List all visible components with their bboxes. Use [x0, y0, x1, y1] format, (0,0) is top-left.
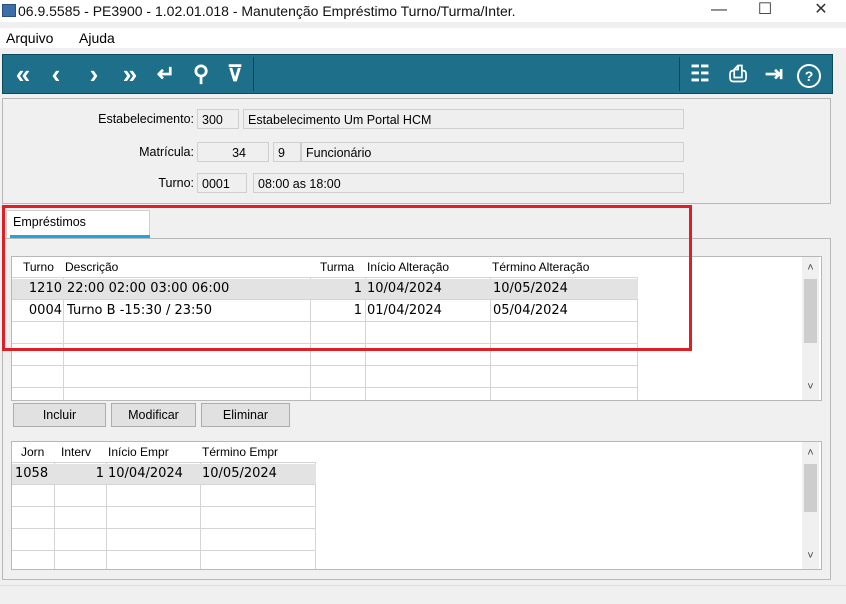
matricula-digit-field: 9	[273, 142, 301, 162]
turno-code-field[interactable]: 0001	[197, 173, 247, 193]
menu-ajuda[interactable]: Ajuda	[79, 30, 115, 46]
table-row[interactable]	[12, 530, 316, 551]
matricula-name-field: Funcionário	[301, 142, 684, 162]
tree-icon[interactable]: ☷	[685, 58, 715, 90]
status-bar	[0, 585, 846, 604]
emprestimo-detail-grid: Jorn Interv Início Empr Término Empr 105…	[11, 441, 822, 570]
menu-arquivo[interactable]: Arquivo	[6, 30, 53, 46]
minimize-button[interactable]: —	[696, 0, 742, 22]
matricula-number-field[interactable]: 34	[197, 142, 269, 162]
print-icon[interactable]: ⎙	[723, 58, 753, 90]
toolbar: « ‹ › » ↵ ⚲ ⊽ ☷ ⎙ ⇥ ?	[2, 54, 833, 94]
toolbar-separator	[253, 57, 254, 91]
column-header-termino-empr[interactable]: Término Empr	[202, 442, 278, 462]
previous-record-icon[interactable]: ‹	[43, 58, 69, 90]
modificar-button[interactable]: Modificar	[111, 403, 196, 427]
scroll-down-icon[interactable]: ˅	[802, 548, 819, 564]
column-header-inicio-empr[interactable]: Início Empr	[108, 442, 169, 462]
cell-termino-empr: 10/05/2024	[202, 466, 277, 481]
help-glyph: ?	[797, 64, 821, 88]
scroll-up-icon[interactable]: ˄	[802, 260, 819, 276]
title-bar: 06.9.5585 - PE3900 - 1.02.01.018 - Manut…	[0, 0, 846, 22]
column-header-jorn[interactable]: Jorn	[21, 442, 44, 462]
eliminar-button[interactable]: Eliminar	[201, 403, 290, 427]
exit-icon[interactable]: ⇥	[759, 58, 789, 90]
table-row[interactable]	[12, 486, 316, 507]
close-button[interactable]: ✕	[798, 0, 844, 22]
incluir-button[interactable]: Incluir	[13, 403, 106, 427]
matricula-label: Matrícula:	[139, 145, 194, 159]
goto-icon[interactable]: ↵	[151, 58, 181, 90]
turno-description-field: 08:00 as 18:00	[253, 173, 684, 193]
table-row[interactable]	[12, 508, 316, 529]
window-title: 06.9.5585 - PE3900 - 1.02.01.018 - Manut…	[18, 3, 516, 19]
table-row[interactable]	[12, 552, 316, 569]
table-row[interactable]	[12, 367, 638, 388]
last-record-icon[interactable]: »	[113, 58, 147, 90]
help-icon[interactable]: ?	[795, 58, 823, 90]
first-record-icon[interactable]: «	[7, 58, 39, 90]
scroll-down-icon[interactable]: ˅	[802, 379, 819, 395]
vertical-scrollbar[interactable]: ˄ ˅	[802, 257, 819, 400]
grid-header-row: Jorn Interv Início Empr Término Empr	[12, 442, 316, 463]
search-icon[interactable]: ⚲	[187, 58, 215, 90]
highlight-box	[2, 205, 692, 351]
estabelecimento-label: Estabelecimento:	[98, 112, 194, 126]
app-icon	[2, 4, 16, 17]
scrollbar-thumb[interactable]	[804, 464, 817, 512]
estabelecimento-code-field[interactable]: 300	[197, 109, 239, 129]
cell-jorn: 1058	[15, 466, 49, 481]
filter-icon[interactable]: ⊽	[221, 58, 249, 90]
turno-label: Turno:	[158, 176, 194, 190]
cell-interv: 1	[95, 466, 104, 481]
vertical-scrollbar[interactable]: ˄ ˅	[802, 442, 819, 569]
table-row[interactable]: 1058 1 10/04/2024 10/05/2024	[12, 464, 316, 485]
scroll-up-icon[interactable]: ˄	[802, 445, 819, 461]
scrollbar-thumb[interactable]	[804, 279, 817, 343]
cell-inicio-empr: 10/04/2024	[108, 466, 183, 481]
header-panel: Estabelecimento: 300 Estabelecimento Um …	[2, 98, 831, 204]
maximize-button[interactable]: ☐	[742, 0, 788, 22]
estabelecimento-name-field: Estabelecimento Um Portal HCM	[243, 109, 684, 129]
column-header-interv[interactable]: Interv	[61, 442, 91, 462]
menu-bar: Arquivo Ajuda	[0, 28, 846, 48]
next-record-icon[interactable]: ›	[81, 58, 107, 90]
toolbar-separator	[679, 57, 680, 91]
